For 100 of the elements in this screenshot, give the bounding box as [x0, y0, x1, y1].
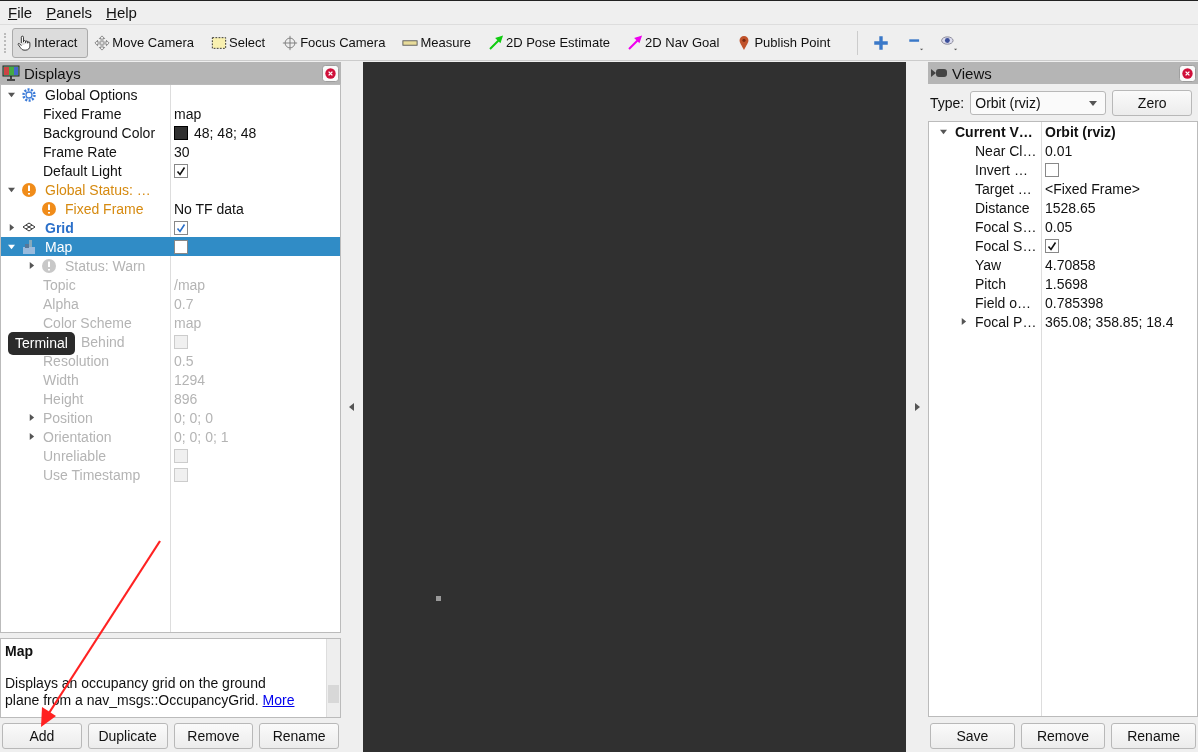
property-value: 48; 48; 48	[194, 124, 257, 141]
tree-row[interactable]: Grid	[1, 218, 340, 237]
tool-button[interactable]: 2D Nav Goal	[623, 27, 731, 58]
tool-button[interactable]: Focus Camera	[278, 27, 397, 58]
caret-icon[interactable]	[7, 224, 15, 231]
caret-icon[interactable]	[939, 128, 947, 135]
type-dropdown[interactable]: Orbit (rviz)	[970, 91, 1107, 115]
checkbox[interactable]	[174, 220, 188, 235]
tree-row[interactable]: Background Color 48; 48; 48	[1, 123, 340, 142]
tool-button[interactable]: Move Camera	[90, 27, 205, 58]
collapse-left-icon[interactable]	[349, 403, 355, 411]
property-value: 30	[174, 143, 190, 160]
tree-row[interactable]: Fixed Frame No TF data	[1, 199, 340, 218]
add-icon[interactable]	[872, 33, 891, 52]
panel-button[interactable]: Remove	[1020, 723, 1106, 749]
panel-button[interactable]: Rename	[1111, 723, 1196, 749]
tool-button[interactable]: Interact	[12, 27, 89, 58]
selection-rectangle-icon	[211, 34, 227, 51]
tree-row[interactable]: Map	[1, 237, 340, 256]
tree-row[interactable]: Pitch 1.5698	[929, 274, 1197, 293]
more-link[interactable]: More	[262, 692, 295, 708]
property-value: 0.7	[174, 295, 194, 312]
checkbox[interactable]	[174, 163, 188, 178]
eye-icon[interactable]	[940, 33, 959, 52]
property-name: Global Status: …	[44, 181, 151, 198]
tool-button[interactable]: Publish Point	[732, 27, 842, 58]
tree-row[interactable]: Near Cl… 0.01	[929, 141, 1197, 160]
caret-icon[interactable]	[7, 91, 15, 98]
tree-row[interactable]: Invert …	[929, 160, 1197, 179]
tree-row[interactable]: Yaw 4.70858	[929, 255, 1197, 274]
property-name: Background Color	[42, 124, 156, 141]
property-value: 1.5698	[1045, 275, 1088, 292]
menu-item[interactable]: Panels	[46, 4, 93, 21]
crosshair-icon	[282, 34, 299, 51]
property-value: 4.70858	[1045, 256, 1096, 273]
property-name: Global Options	[44, 86, 138, 103]
close-icon[interactable]	[322, 64, 339, 82]
property-name: Default Light	[42, 162, 122, 179]
panel-button[interactable]: Save	[930, 723, 1015, 749]
panel-title: Views	[952, 64, 993, 82]
panel-button[interactable]: Rename	[259, 723, 339, 749]
tool-button[interactable]: Measure	[398, 27, 482, 58]
caret-icon[interactable]	[7, 243, 15, 250]
tree-row[interactable]: Focal S… 0.05	[929, 217, 1197, 236]
caret-icon[interactable]	[7, 186, 15, 193]
zero-button[interactable]: Zero	[1112, 90, 1193, 116]
property-name: Grid	[44, 219, 74, 236]
checkbox[interactable]	[1045, 238, 1059, 253]
menu-item[interactable]: File	[8, 4, 33, 21]
property-name: Unreliable	[42, 447, 107, 464]
property-name: Target …	[974, 180, 1032, 197]
property-name: Height	[42, 390, 84, 407]
checkbox[interactable]	[174, 239, 188, 254]
property-value: /map	[174, 276, 206, 293]
property-value: 0.05	[1045, 218, 1073, 235]
warning-icon	[41, 200, 57, 217]
panel-button[interactable]: Duplicate	[87, 723, 168, 749]
tree-row[interactable]: Fixed Frame map	[1, 104, 340, 123]
tree-row[interactable]: Distance 1528.65	[929, 198, 1197, 217]
property-name: Behind	[80, 333, 125, 350]
tree-row[interactable]: Field o… 0.785398	[929, 293, 1197, 312]
property-name: Color Scheme	[42, 314, 132, 331]
panel-button[interactable]: Add	[2, 723, 82, 749]
hand-pointer-icon	[16, 34, 32, 51]
scrollbar[interactable]	[326, 639, 340, 717]
property-name: Alpha	[42, 295, 79, 312]
menu-item[interactable]: Help	[106, 4, 137, 21]
panel-button[interactable]: Remove	[173, 723, 254, 749]
property-value: 0.5	[174, 352, 194, 369]
tree-row[interactable]: Focal P… 365.08; 358.85; 18.4	[929, 312, 1197, 331]
map-grid-icon	[21, 238, 37, 255]
arrow-icon	[487, 34, 504, 51]
property-value: 365.08; 358.85; 18.4	[1045, 313, 1174, 330]
tool-button[interactable]: 2D Pose Estimate	[483, 27, 621, 58]
tree-row[interactable]: Frame Rate 30	[1, 142, 340, 161]
tree-row[interactable]: Focal S…	[929, 236, 1197, 255]
property-name: Pitch	[974, 275, 1007, 292]
tree-row[interactable]: Default Light	[1, 161, 340, 180]
property-value: No TF data	[174, 200, 244, 217]
property-value: 0; 0; 0; 1	[174, 428, 229, 445]
tree-row[interactable]: Current V… Orbit (rviz)	[929, 122, 1197, 141]
property-value: 0.01	[1045, 142, 1073, 159]
property-name: Fixed Frame	[64, 200, 144, 217]
caret-icon[interactable]	[959, 318, 967, 325]
close-icon[interactable]	[1179, 64, 1196, 82]
caret-icon	[1089, 100, 1098, 106]
collapse-right-icon[interactable]	[914, 403, 920, 411]
move-arrows-icon	[94, 34, 111, 51]
warning-icon	[21, 181, 37, 198]
tree-row[interactable]: Target … <Fixed Frame>	[929, 179, 1197, 198]
gear-icon	[21, 86, 37, 103]
checkbox[interactable]	[1045, 162, 1059, 177]
property-value: 0.785398	[1045, 294, 1104, 311]
property-value: 1294	[174, 371, 206, 388]
tool-button[interactable]: Select	[207, 27, 277, 58]
property-value: Orbit (rviz)	[1045, 123, 1116, 140]
tree-row[interactable]: Global Options	[1, 85, 340, 104]
arrow-icon	[627, 34, 643, 51]
property-name: Yaw	[974, 256, 1002, 273]
property-name: Field o…	[974, 294, 1032, 311]
